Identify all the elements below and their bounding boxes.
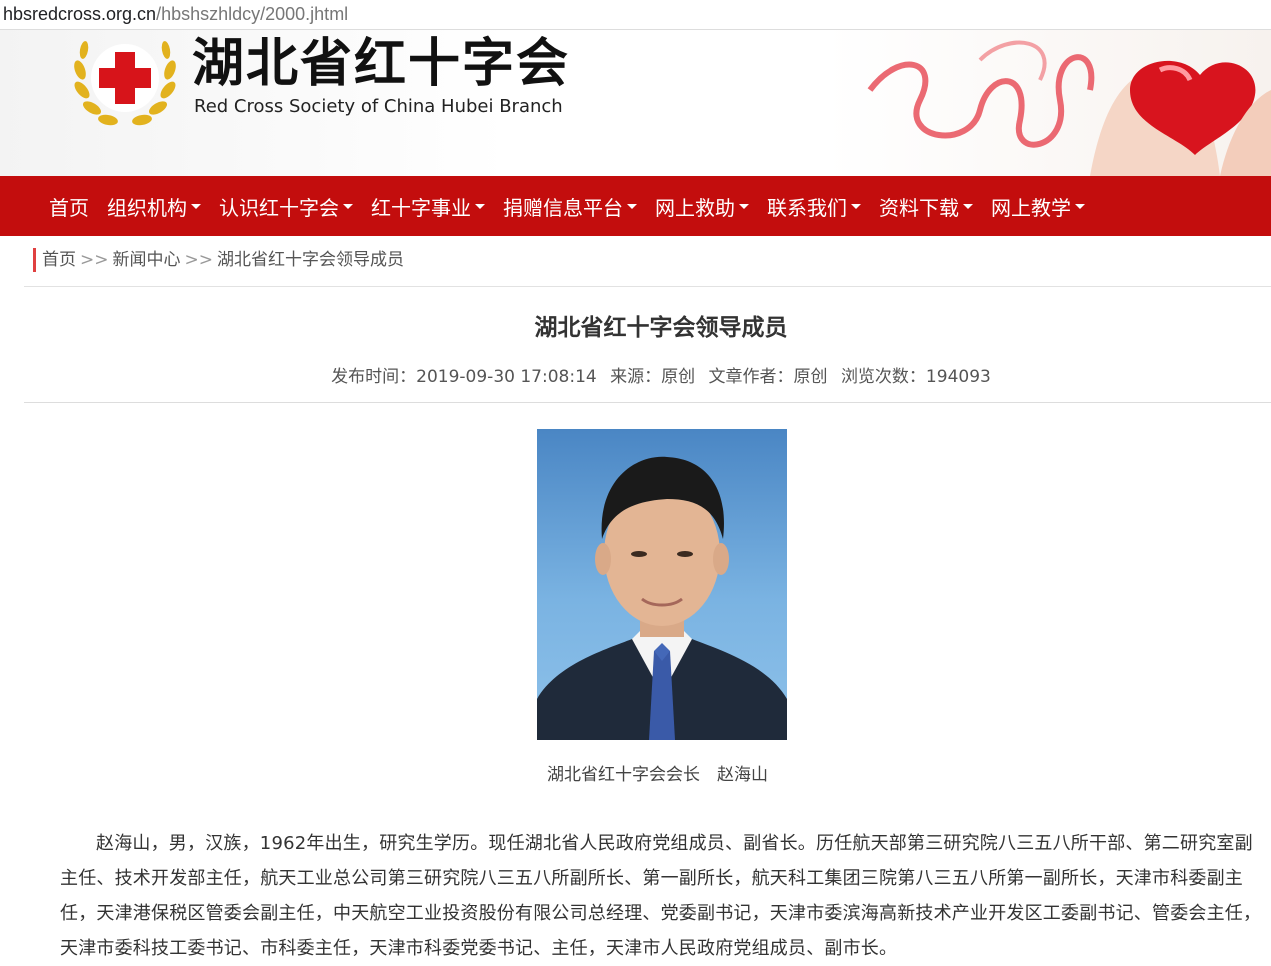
article-body: 赵海山，男，汉族，1962年出生，研究生学历。现任湖北省人民政府党组成员、副省长… [60, 833, 1262, 959]
site-subtitle: Red Cross Society of China Hubei Branch [194, 96, 563, 117]
red-cross-emblem-icon [74, 41, 176, 126]
nav-item-1[interactable]: 组织机构 [98, 176, 210, 236]
caret-down-icon [1075, 203, 1085, 209]
heart-ribbon-illustration [867, 40, 1271, 176]
divider [24, 286, 1271, 287]
nav-item-label: 网上救助 [655, 195, 735, 220]
nav-item-6[interactable]: 联系我们 [758, 176, 870, 236]
nav-item-label: 认识红十字会 [219, 195, 339, 220]
nav-item-label: 联系我们 [767, 195, 847, 220]
breadcrumb-home-link[interactable]: 首页 [42, 250, 76, 270]
breadcrumb-section-link[interactable]: 新闻中心 [113, 250, 181, 270]
portrait-photo [537, 429, 787, 740]
breadcrumb-separator: >> [184, 250, 214, 270]
address-bar[interactable]: hbsredcross.org.cn/hbshszhldcy/2000.jhtm… [0, 0, 1271, 30]
nav-item-label: 红十字事业 [371, 195, 471, 220]
main-nav: 首页 组织机构 认识红十字会 红十字事业 捐赠信息平台 网上救助 联系我们 资料下载 网上教学 [0, 176, 1271, 236]
caret-down-icon [475, 203, 485, 209]
caret-down-icon [191, 203, 201, 209]
url-host: hbsredcross.org.cn [3, 4, 157, 24]
caret-down-icon [343, 203, 353, 209]
nav-item-4[interactable]: 捐赠信息平台 [494, 176, 646, 236]
nav-item-label: 组织机构 [107, 195, 187, 220]
nav-item-label: 首页 [49, 195, 89, 220]
meta-published: 发布时间：2019-09-30 17:08:14 [331, 367, 597, 387]
url-path: /hbshszhldcy/2000.jhtml [156, 4, 349, 24]
breadcrumb-separator: >> [80, 250, 109, 270]
article-meta: 发布时间：2019-09-30 17:08:14 来源：原创 文章作者：原创 浏… [0, 362, 1271, 387]
nav-item-5[interactable]: 网上救助 [646, 176, 758, 236]
meta-author: 文章作者：原创 [708, 367, 828, 387]
breadcrumb-current-link[interactable]: 湖北省红十字会领导成员 [217, 250, 404, 270]
nav-item-label: 资料下载 [879, 195, 959, 220]
site-title: 湖北省红十字会 [192, 34, 571, 94]
nav-item-7[interactable]: 资料下载 [870, 176, 982, 236]
site-header: 湖北省红十字会 Red Cross Society of China Hubei… [0, 30, 1271, 176]
caret-down-icon [851, 203, 861, 209]
nav-item-3[interactable]: 红十字事业 [362, 176, 494, 236]
caret-down-icon [963, 203, 973, 209]
divider [24, 402, 1271, 403]
meta-views: 浏览次数：194093 [840, 367, 991, 387]
breadcrumb: 首页 >> 新闻中心 >> 湖北省红十字会领导成员 [33, 248, 404, 272]
nav-item-label: 捐赠信息平台 [503, 195, 623, 220]
article-title: 湖北省红十字会领导成员 [534, 315, 788, 341]
nav-item-2[interactable]: 认识红十字会 [210, 176, 362, 236]
portrait-figure-icon [537, 456, 787, 740]
caret-down-icon [627, 203, 637, 209]
nav-item-label: 网上教学 [991, 195, 1071, 220]
nav-list: 首页 组织机构 认识红十字会 红十字事业 捐赠信息平台 网上救助 联系我们 资料下载 网上教学 [0, 176, 1271, 236]
caret-down-icon [739, 203, 749, 209]
nav-item-0[interactable]: 首页 [40, 176, 98, 236]
photo-caption: 湖北省红十字会会长 赵海山 [547, 765, 768, 785]
meta-source: 来源：原创 [610, 367, 696, 387]
nav-item-8[interactable]: 网上教学 [982, 176, 1094, 236]
